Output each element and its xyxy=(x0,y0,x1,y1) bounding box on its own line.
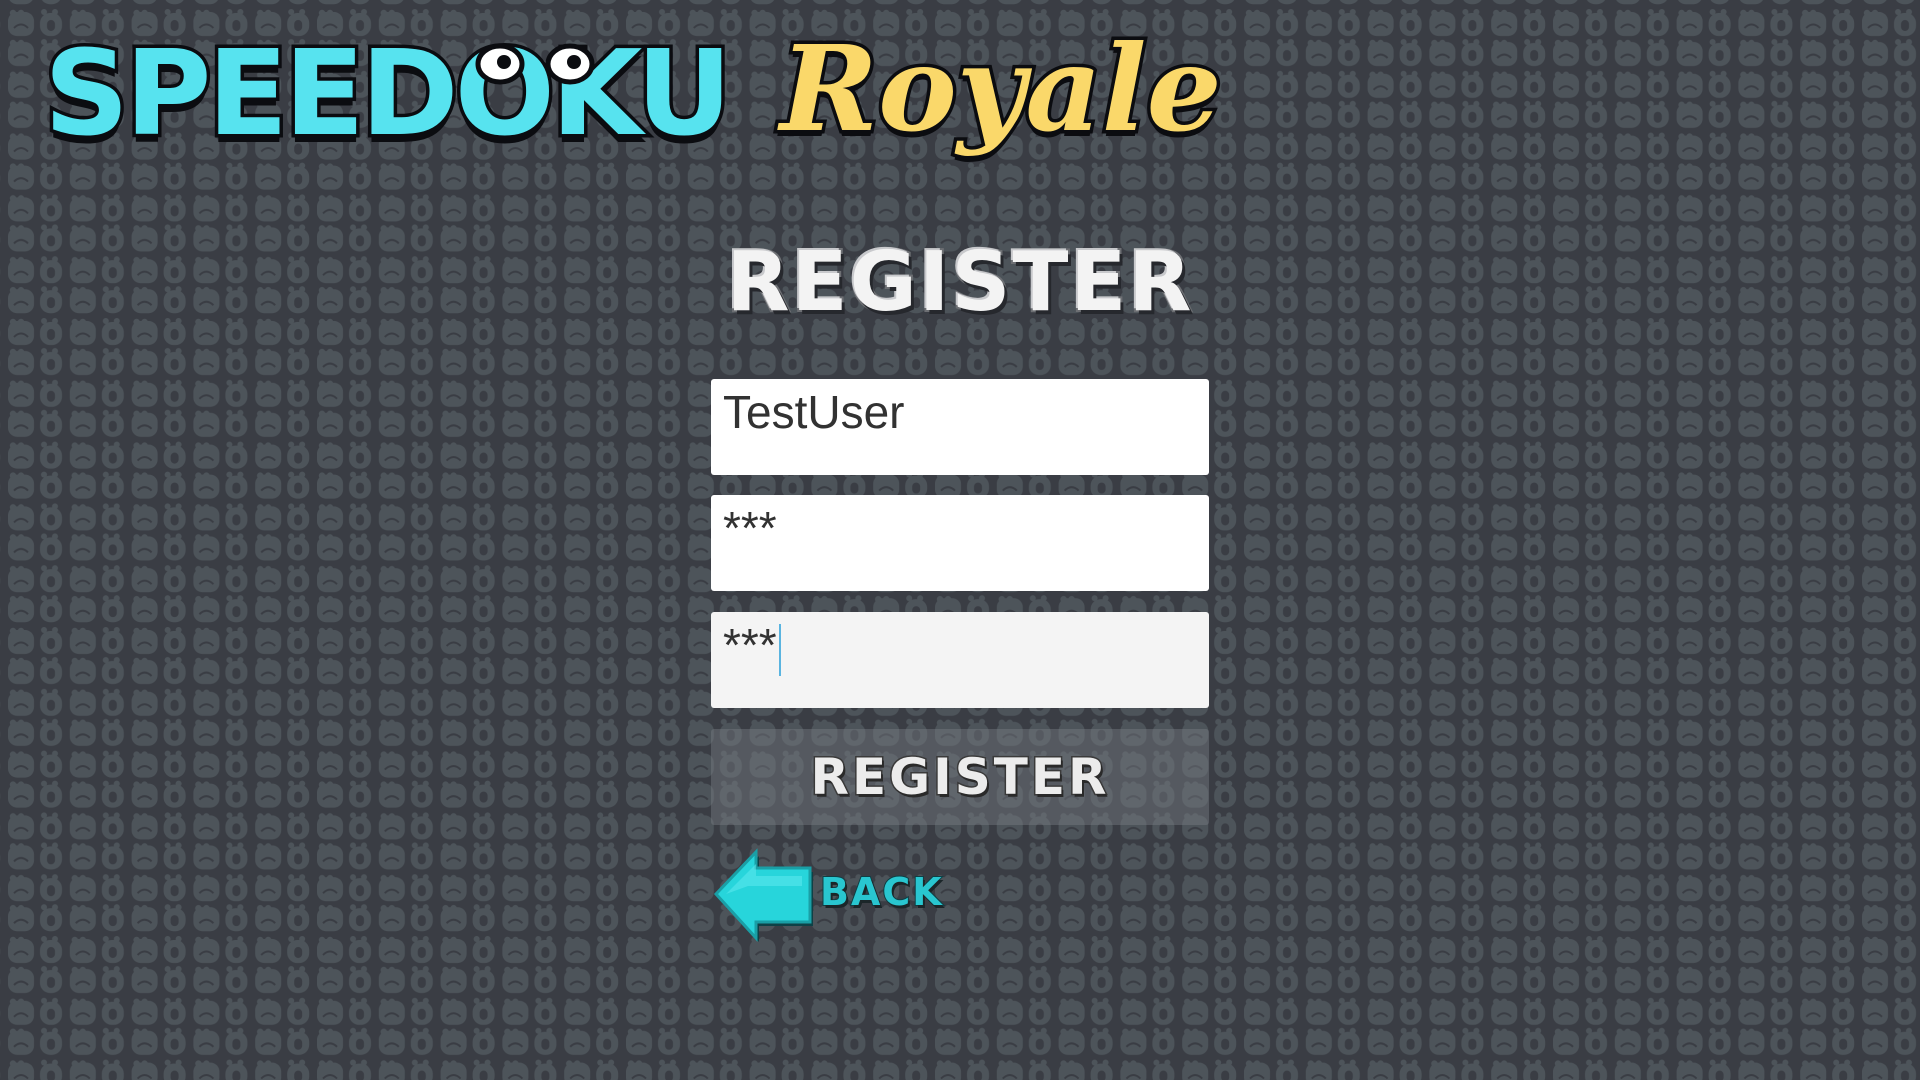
back-arrow-icon xyxy=(713,848,813,942)
back-button[interactable]: BACK xyxy=(712,846,943,942)
logo-eyes-icon xyxy=(475,43,595,85)
game-logo: SPEEDOKU Royale xyxy=(40,20,1225,210)
confirm-password-text: *** xyxy=(723,620,781,676)
text-caret xyxy=(778,624,781,676)
page-title: REGISTER xyxy=(724,235,1194,330)
register-button[interactable]: REGISTER xyxy=(711,729,1209,825)
back-label: BACK xyxy=(819,869,944,915)
username-value: TestUser xyxy=(723,386,905,438)
username-field[interactable]: TestUser xyxy=(711,379,1209,475)
register-button-label: REGISTER xyxy=(809,747,1110,808)
confirm-password-value: *** xyxy=(723,619,777,671)
password-field[interactable]: *** xyxy=(711,495,1209,591)
password-value: *** xyxy=(723,502,777,554)
logo-royale: Royale xyxy=(777,19,1226,158)
logo-word: SPEEDOKU xyxy=(40,24,735,162)
confirm-password-field[interactable]: *** xyxy=(711,612,1209,708)
